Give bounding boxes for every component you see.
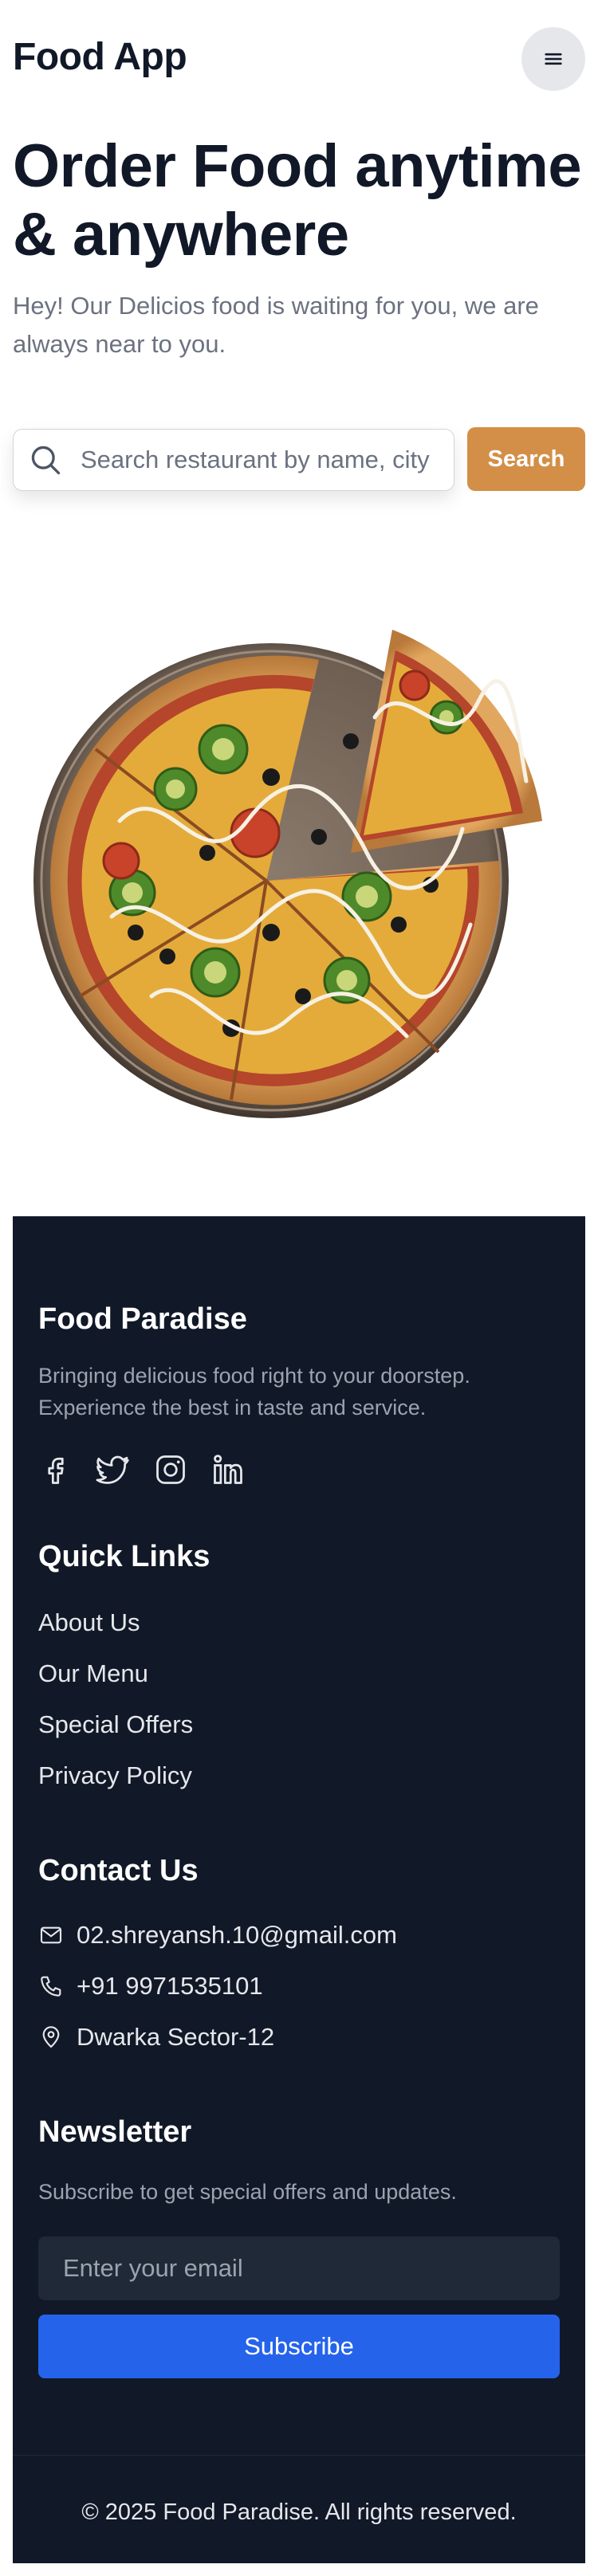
footer: Food Paradise Bringing delicious food ri…: [13, 1216, 585, 2563]
newsletter-text: Subscribe to get special offers and upda…: [38, 2180, 457, 2204]
link-privacy-policy[interactable]: Privacy Policy: [38, 1761, 192, 1790]
app-logo[interactable]: Food App: [13, 35, 187, 79]
social-links: [38, 1452, 246, 1487]
pizza-image: [32, 622, 558, 1164]
search-field[interactable]: [13, 429, 454, 491]
twitter-icon[interactable]: [96, 1452, 131, 1487]
linkedin-icon[interactable]: [210, 1452, 246, 1487]
subscribe-button[interactable]: Subscribe: [38, 2315, 560, 2378]
newsletter-title: Newsletter: [38, 2115, 192, 2149]
contact-phone[interactable]: +91 9971535101: [38, 1972, 263, 2001]
contact-address-text: Dwarka Sector-12: [77, 2023, 275, 2051]
hero-title: Order Food anytime & anywhere: [13, 132, 582, 269]
link-our-menu[interactable]: Our Menu: [38, 1659, 148, 1688]
footer-divider: [13, 2455, 585, 2456]
link-special-offers[interactable]: Special Offers: [38, 1710, 193, 1739]
copyright-text: © 2025 Food Paradise. All rights reserve…: [81, 2499, 517, 2525]
hero-subtitle: Hey! Our Delicios food is waiting for yo…: [13, 292, 539, 358]
newsletter-email-input[interactable]: [38, 2236, 560, 2300]
contact-email-text: 02.shreyansh.10@gmail.com: [77, 1921, 397, 1949]
search-input[interactable]: [81, 446, 439, 474]
hamburger-menu-icon: [545, 53, 562, 65]
search-button[interactable]: Search: [467, 427, 585, 491]
menu-button[interactable]: [521, 27, 585, 91]
footer-brand: Food Paradise: [38, 1302, 247, 1336]
contact-title: Contact Us: [38, 1854, 199, 1887]
search-icon: [31, 446, 61, 475]
contact-address: Dwarka Sector-12: [38, 2023, 274, 2052]
quick-links-title: Quick Links: [38, 1540, 210, 1573]
phone-icon: [41, 1976, 61, 1997]
mail-icon: [40, 1926, 62, 1944]
contact-email[interactable]: 02.shreyansh.10@gmail.com: [38, 1921, 397, 1950]
link-about-us[interactable]: About Us: [38, 1608, 140, 1637]
contact-phone-text: +91 9971535101: [77, 1972, 263, 2000]
footer-tagline: Bringing delicious food right to your do…: [38, 1364, 470, 1420]
facebook-icon[interactable]: [38, 1452, 73, 1487]
instagram-icon[interactable]: [153, 1452, 188, 1487]
top-header: Food App: [0, 0, 598, 120]
location-pin-icon: [42, 2026, 60, 2048]
